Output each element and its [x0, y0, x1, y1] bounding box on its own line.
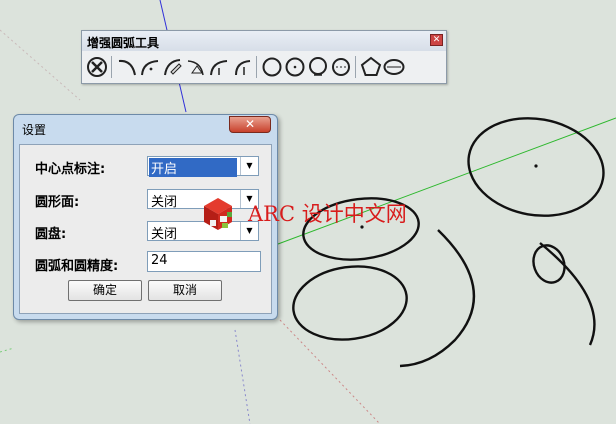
arc-icon[interactable] [115, 54, 138, 80]
polygon-icon[interactable] [359, 54, 382, 80]
lower-circle [292, 265, 408, 341]
circle-icon[interactable] [260, 54, 283, 80]
watermark-text: ARC 设计中文网 [248, 202, 407, 226]
arc-corner-icon[interactable] [230, 54, 253, 80]
disc-value: 关闭 [151, 227, 178, 242]
enhanced-arc-toolbar: 增强圆弧工具 ✕ [81, 30, 447, 84]
watermark: ARC 设计中文网 [200, 194, 420, 234]
toolbar-title: 增强圆弧工具 [87, 36, 160, 50]
disc-label: 圆盘: [35, 227, 67, 242]
arc-curve-right [539, 242, 596, 346]
center-mark-select[interactable]: 开启 ▼ [147, 156, 259, 177]
red-axis-dashed-top [0, 29, 81, 101]
circle-tangent-icon[interactable] [329, 54, 352, 80]
ok-button[interactable]: 确定 [68, 280, 142, 301]
arc-angle-icon[interactable] [184, 54, 207, 80]
toolbar-close-button[interactable]: ✕ [430, 34, 443, 46]
chevron-down-icon[interactable]: ▼ [240, 157, 258, 175]
toolbar-separator [355, 56, 356, 78]
green-axis-dashed [0, 347, 15, 353]
cancel-button[interactable]: 取消 [148, 280, 222, 301]
blue-axis-dashed [234, 329, 251, 424]
precision-input[interactable]: 24 [147, 251, 261, 272]
watermark-logo-cube [204, 198, 232, 230]
toolbar-separator [111, 56, 112, 78]
circle-inscribed-icon[interactable] [283, 54, 306, 80]
arc-tangent-icon[interactable] [138, 54, 161, 80]
arc-curve [399, 229, 476, 368]
center-mark-label: 中心点标注: [35, 162, 106, 177]
settings-icon[interactable] [85, 54, 108, 80]
center-point-mark [534, 164, 538, 168]
arc-pencil-icon[interactable] [161, 54, 184, 80]
dialog-close-button[interactable]: ✕ [229, 116, 271, 133]
toolbar-separator [256, 56, 257, 78]
toolbar-titlebar[interactable]: 增强圆弧工具 ✕ [82, 31, 446, 51]
circle-face-value: 关闭 [151, 195, 178, 210]
circle-3point-icon[interactable] [306, 54, 329, 80]
circle-face-label: 圆形面: [35, 195, 80, 210]
center-mark-value: 开启 [149, 158, 237, 177]
dialog-title: 设置 [22, 123, 47, 137]
precision-value: 24 [151, 253, 168, 268]
precision-label: 圆弧和圆精度: [35, 259, 119, 274]
ellipse-icon[interactable] [382, 54, 405, 80]
toolbar-icons [85, 53, 405, 81]
arc-fillet-icon[interactable] [207, 54, 230, 80]
